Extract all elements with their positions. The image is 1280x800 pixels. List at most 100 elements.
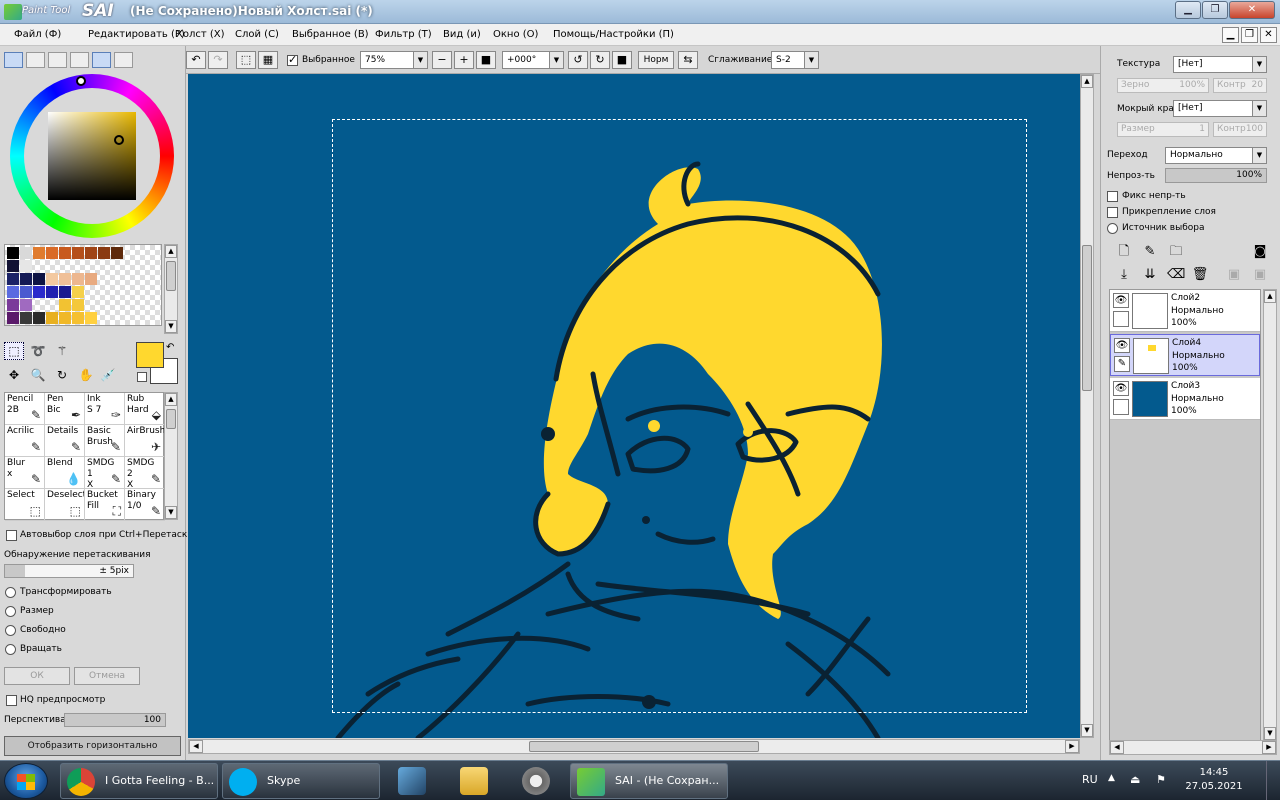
color-swatch[interactable] xyxy=(46,286,58,298)
minimize-button[interactable]: ▁ xyxy=(1175,1,1201,19)
system-clock[interactable]: 14:45 27.05.2021 xyxy=(1182,766,1246,794)
clear-layer-icon[interactable]: ⌫ xyxy=(1167,266,1185,284)
mode-button[interactable]: Норм xyxy=(638,51,674,69)
brush-slot[interactable]: Details ✎ xyxy=(45,425,85,457)
color-picker-ring[interactable] xyxy=(114,135,124,145)
perspective-slider[interactable]: 100 xyxy=(64,713,166,727)
eye-icon[interactable]: 👁 xyxy=(1113,381,1129,396)
foreground-color-swatch[interactable] xyxy=(136,342,164,368)
scroll-right-icon[interactable]: ▶ xyxy=(1065,740,1079,753)
layer-hscroll[interactable]: ◀ ▶ xyxy=(1109,740,1277,755)
color-swatch[interactable] xyxy=(85,247,97,259)
hand-icon[interactable]: ✋ xyxy=(76,366,96,384)
brush-slot[interactable]: Pen Bic ✒ xyxy=(45,393,85,425)
rotate-icon[interactable]: ↻ xyxy=(52,366,72,384)
start-button[interactable] xyxy=(4,763,48,799)
zoom-reset-icon[interactable]: ■ xyxy=(476,51,496,69)
free-radio[interactable] xyxy=(5,625,16,636)
brush-slot[interactable]: AirBrush ✈ xyxy=(125,425,165,457)
grain-slider[interactable]: Зерно 100% xyxy=(1117,78,1209,93)
taskbar-pinned-explorer[interactable] xyxy=(450,763,498,799)
flip-view-icon[interactable]: ⇆ xyxy=(678,51,698,69)
canvas-vertical-scrollbar[interactable]: ▲ ▼ xyxy=(1080,74,1094,738)
wet-size-slider[interactable]: Размер 1 xyxy=(1117,122,1209,137)
color-swatch[interactable] xyxy=(20,260,32,272)
color-swatch[interactable] xyxy=(7,312,19,324)
color-wheel-tab-icon[interactable] xyxy=(4,52,23,68)
color-swatch[interactable] xyxy=(46,312,58,324)
deselect-icon[interactable]: ⬚ xyxy=(236,51,256,69)
color-swatch[interactable] xyxy=(33,312,45,324)
menu-file[interactable]: Файл (Ф) xyxy=(14,29,61,40)
new-folder-icon[interactable]: 🗀 xyxy=(1167,243,1185,261)
menu-view[interactable]: Вид (и) xyxy=(443,29,481,40)
ok-button[interactable]: ОК xyxy=(4,667,70,685)
color-swatch[interactable] xyxy=(7,260,19,272)
color-swatch[interactable] xyxy=(72,312,84,324)
color-swatch[interactable] xyxy=(7,247,19,259)
brush-slot[interactable]: SMDG 1 X ✎ xyxy=(85,457,125,489)
texture-select[interactable]: [Нет] ▼ xyxy=(1173,56,1267,73)
color-swatch[interactable] xyxy=(20,286,32,298)
show-hidden-icons[interactable]: ▲ xyxy=(1108,773,1115,783)
mask-apply-icon[interactable]: ▣ xyxy=(1225,266,1243,284)
smoothing-select[interactable]: S-2 ▼ xyxy=(771,51,819,69)
saturation-value-square[interactable] xyxy=(48,112,136,200)
color-swatch[interactable] xyxy=(7,286,19,298)
eyedropper-icon[interactable]: 💉 xyxy=(98,366,118,384)
color-swatch[interactable] xyxy=(33,273,45,285)
scroll-down-icon[interactable]: ▼ xyxy=(165,320,177,333)
color-swatch[interactable] xyxy=(59,273,71,285)
wet-contrast-slider[interactable]: Контр 100 xyxy=(1213,122,1267,137)
color-swatch[interactable] xyxy=(20,273,32,285)
color-swatch[interactable] xyxy=(20,312,32,324)
color-swatch[interactable] xyxy=(46,273,58,285)
layer-item[interactable]: 👁 Слой3 Нормально 100% xyxy=(1110,378,1260,420)
brush-slot[interactable]: Ink S 7 ✑ xyxy=(85,393,125,425)
opacity-slider[interactable]: 100% xyxy=(1165,168,1267,183)
brush-slot[interactable]: Blur x ✎ xyxy=(5,457,45,489)
new-layer-icon[interactable]: 🗋 xyxy=(1115,243,1133,261)
clip-layer-checkbox[interactable] xyxy=(1107,207,1118,218)
brush-slot[interactable]: Basic Brush ✎ xyxy=(85,425,125,457)
hq-preview-checkbox[interactable] xyxy=(6,695,17,706)
merge-down-icon[interactable]: ⇊ xyxy=(1141,266,1159,284)
language-indicator[interactable]: RU xyxy=(1082,773,1098,786)
eye-icon[interactable]: 👁 xyxy=(1114,338,1130,353)
fix-opacity-checkbox[interactable] xyxy=(1107,191,1118,202)
color-swatch[interactable] xyxy=(72,286,84,298)
drag-detect-slider[interactable]: ± 5pix xyxy=(4,564,134,578)
layer-item[interactable]: 👁 Слой2 Нормально 100% xyxy=(1110,290,1260,332)
layer-lock-toggle[interactable] xyxy=(1113,311,1129,327)
brush-slot[interactable]: Deselect ⬚ xyxy=(45,489,85,521)
brush-slot[interactable]: SMDG 2 X ✎ xyxy=(125,457,165,489)
color-swatch[interactable] xyxy=(72,273,84,285)
color-swatch[interactable] xyxy=(59,286,71,298)
contrast-slider[interactable]: Контр 20 xyxy=(1213,78,1267,93)
mixer-tab-icon[interactable] xyxy=(70,52,89,68)
menu-help[interactable]: Помощь/Настройки (П) xyxy=(553,29,674,40)
swap-colors-icon[interactable]: ↶ xyxy=(166,342,174,353)
selection-icon[interactable]: ⬚ xyxy=(4,342,24,360)
lasso-icon[interactable]: ➰ xyxy=(28,342,48,360)
scroll-up-icon[interactable]: ▲ xyxy=(165,245,177,258)
action-center-flag-icon[interactable]: ⚑ xyxy=(1156,773,1166,786)
color-swatch[interactable] xyxy=(72,299,84,311)
color-swatch[interactable] xyxy=(7,273,19,285)
color-swatch[interactable] xyxy=(72,247,84,259)
move-icon[interactable]: ✥ xyxy=(4,366,24,384)
color-swatch[interactable] xyxy=(33,286,45,298)
taskbar-pinned-media[interactable] xyxy=(512,763,560,799)
eye-icon[interactable]: 👁 xyxy=(1113,293,1129,308)
delete-layer-icon[interactable]: 🗑 xyxy=(1191,266,1209,284)
maximize-button[interactable]: ❐ xyxy=(1202,1,1228,19)
invert-selection-icon[interactable]: ▦ xyxy=(258,51,278,69)
mdi-close-button[interactable]: ✕ xyxy=(1260,27,1277,43)
brush-slot[interactable]: Bucket Fill ⛶ xyxy=(85,489,125,521)
zoom-icon[interactable]: 🔍 xyxy=(28,366,48,384)
mask-delete-icon[interactable]: ▣ xyxy=(1251,266,1269,284)
rotate-left-icon[interactable]: ↺ xyxy=(568,51,588,69)
scratchpad-tab-icon[interactable] xyxy=(114,52,133,68)
color-swatch[interactable] xyxy=(59,312,71,324)
wet-edge-select[interactable]: [Нет] ▼ xyxy=(1173,100,1267,117)
